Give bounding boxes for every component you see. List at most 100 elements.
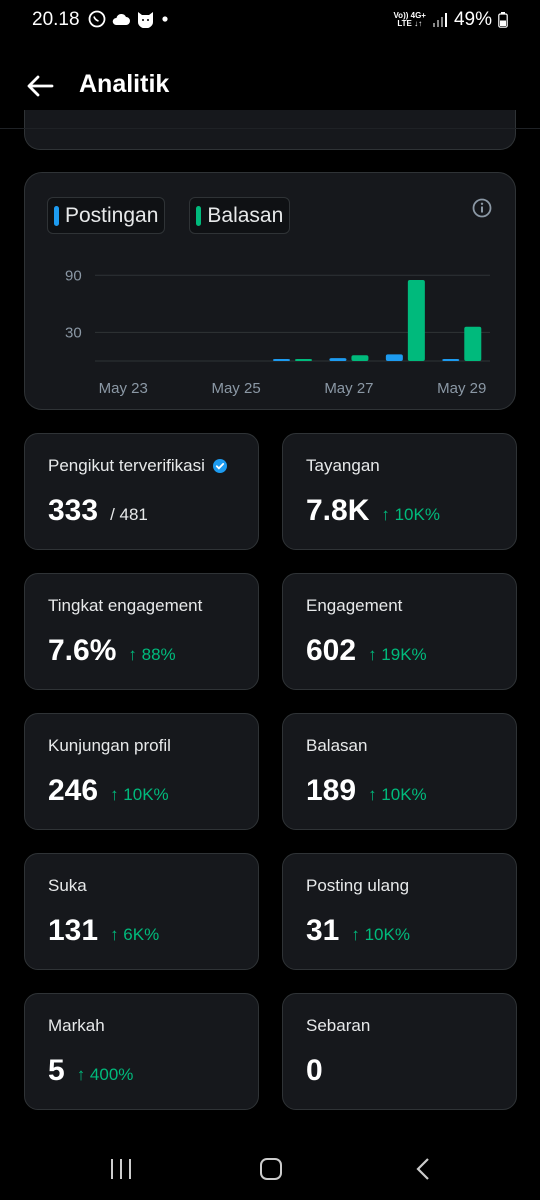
recent-apps-icon — [111, 1159, 131, 1179]
stat-value-row: 189 ↑ 10K% — [306, 774, 427, 808]
bar-postingan-may-27[interactable] — [329, 358, 347, 361]
stat-change: ↑ 10K% — [368, 785, 427, 804]
legend-item-postingan[interactable]: Postingan — [47, 197, 166, 234]
stat-value: 7.6% — [48, 634, 117, 667]
info-icon[interactable] — [471, 197, 493, 219]
x-tick-label: May 29 — [437, 380, 486, 397]
stat-label: Balasan — [306, 736, 367, 756]
stat-label: Tayangan — [306, 456, 380, 476]
stat-label: Engagement — [306, 596, 402, 616]
chart-legend: Postingan Balasan — [47, 197, 291, 234]
stat-card: Sebaran 0 — [282, 993, 517, 1110]
stat-value-row: 7.8K ↑ 10K% — [306, 494, 440, 528]
x-tick-label: May 23 — [99, 380, 148, 397]
bar-postingan-may-26[interactable] — [273, 359, 290, 361]
stat-value: 189 — [306, 774, 357, 807]
stat-value: 246 — [48, 774, 99, 807]
dot-icon — [162, 16, 168, 22]
verified-badge-icon — [212, 459, 227, 473]
stat-label-text: Balasan — [306, 736, 368, 755]
stat-value: 131 — [48, 914, 99, 947]
stat-value-row: 602 ↑ 19K% — [306, 634, 427, 668]
notification-icons — [88, 10, 170, 28]
system-nav-bar — [0, 1140, 540, 1200]
legend-item-balasan[interactable]: Balasan — [189, 197, 291, 234]
stat-change: ↑ 10K% — [110, 785, 169, 804]
stat-value: 0 — [306, 1054, 323, 1087]
stat-value: 7.8K — [306, 494, 370, 527]
home-button[interactable] — [251, 1154, 291, 1184]
stat-label-text: Pengikut terverifikasi — [48, 456, 205, 475]
stat-value-row: 7.6% ↑ 88% — [48, 634, 176, 668]
x-tick-label: May 27 — [324, 380, 373, 397]
stat-change: ↑ 88% — [128, 645, 176, 664]
stat-card: Markah 5 ↑ 400% — [24, 993, 259, 1110]
bar-postingan-may-29[interactable] — [442, 359, 460, 361]
stat-value: 5 — [48, 1054, 65, 1087]
bar-postingan-may-28[interactable] — [385, 354, 403, 361]
stat-label-text: Sebaran — [306, 1016, 371, 1035]
stat-label-text: Engagement — [306, 596, 403, 615]
back-button[interactable] — [22, 68, 58, 104]
bar-balasan-may-29[interactable] — [464, 326, 482, 361]
arrow-left-icon — [27, 75, 54, 97]
stat-value: 333 — [48, 494, 99, 527]
chart-card: 90 30 May 23 May 25 May 27 May 29 Postingan B… — [24, 172, 516, 410]
bar-balasan-may-26[interactable] — [295, 359, 312, 361]
recent-apps-button[interactable] — [101, 1154, 141, 1184]
stat-value-row: 246 ↑ 10K% — [48, 774, 169, 808]
stat-value-row: 131 ↑ 6K% — [48, 914, 159, 948]
partial-card — [24, 110, 516, 150]
stat-label-text: Tayangan — [306, 456, 380, 475]
x-tick-label: May 25 — [211, 380, 260, 397]
legend-label-postingan: Postingan — [65, 203, 159, 227]
cat-icon — [138, 12, 153, 28]
stat-card: Engagement 602 ↑ 19K% — [282, 573, 517, 690]
legend-swatch-balasan — [196, 205, 202, 226]
stat-card: Tingkat engagement 7.6% ↑ 88% — [24, 573, 259, 690]
stat-label-text: Kunjungan profil — [48, 736, 171, 755]
stat-label: Kunjungan profil — [48, 736, 171, 756]
legend-label-balasan: Balasan — [207, 203, 284, 227]
network-indicator: Vo)) 4G+ LTE ↓↑ — [393, 11, 426, 28]
stat-change: ↑ 10K% — [381, 505, 440, 524]
status-right: Vo)) 4G+ LTE ↓↑ 49% — [393, 9, 508, 31]
stat-card: Balasan 189 ↑ 10K% — [282, 713, 517, 830]
stat-label: Sebaran — [306, 1016, 370, 1036]
y-tick-label: 90 — [65, 267, 82, 284]
stat-value: 31 — [306, 914, 340, 947]
stat-change: ↑ 10K% — [351, 925, 410, 944]
chevron-left-icon — [416, 1158, 429, 1180]
cloud-icon — [112, 13, 130, 25]
stat-value-row: 31 ↑ 10K% — [306, 914, 410, 948]
signal-icon — [432, 13, 447, 27]
stat-change: ↑ 6K% — [110, 925, 160, 944]
stat-card: Posting ulang 31 ↑ 10K% — [282, 853, 517, 970]
y-tick-label: 30 — [65, 324, 82, 341]
whatsapp-icon — [88, 10, 106, 28]
stat-card: Suka 131 ↑ 6K% — [24, 853, 259, 970]
bar-balasan-may-27[interactable] — [351, 355, 369, 361]
stat-label: Pengikut terverifikasi — [48, 456, 228, 476]
battery-icon — [498, 12, 508, 28]
stat-value-row: 333 / 481 — [48, 494, 148, 528]
stat-label: Posting ulang — [306, 876, 409, 896]
status-time: 20.18 — [32, 9, 80, 30]
back-nav-button[interactable] — [403, 1154, 443, 1184]
stat-label: Markah — [48, 1016, 105, 1036]
page-title: Analitik — [79, 70, 170, 98]
stat-total: / 481 — [110, 505, 148, 524]
stat-value-row: 5 ↑ 400% — [48, 1054, 133, 1088]
stat-value: 602 — [306, 634, 357, 667]
bar-balasan-may-28[interactable] — [407, 280, 425, 361]
stat-value-row: 0 — [306, 1054, 323, 1088]
stat-label: Suka — [48, 876, 87, 896]
stat-card: Tayangan 7.8K ↑ 10K% — [282, 433, 517, 550]
stat-label-text: Markah — [48, 1016, 105, 1035]
stat-label-text: Posting ulang — [306, 876, 410, 895]
stat-change: ↑ 400% — [76, 1065, 134, 1084]
battery-percent: 49% — [453, 9, 492, 30]
home-icon — [260, 1158, 282, 1180]
stat-label: Tingkat engagement — [48, 596, 202, 616]
stat-label-text: Suka — [48, 876, 87, 895]
